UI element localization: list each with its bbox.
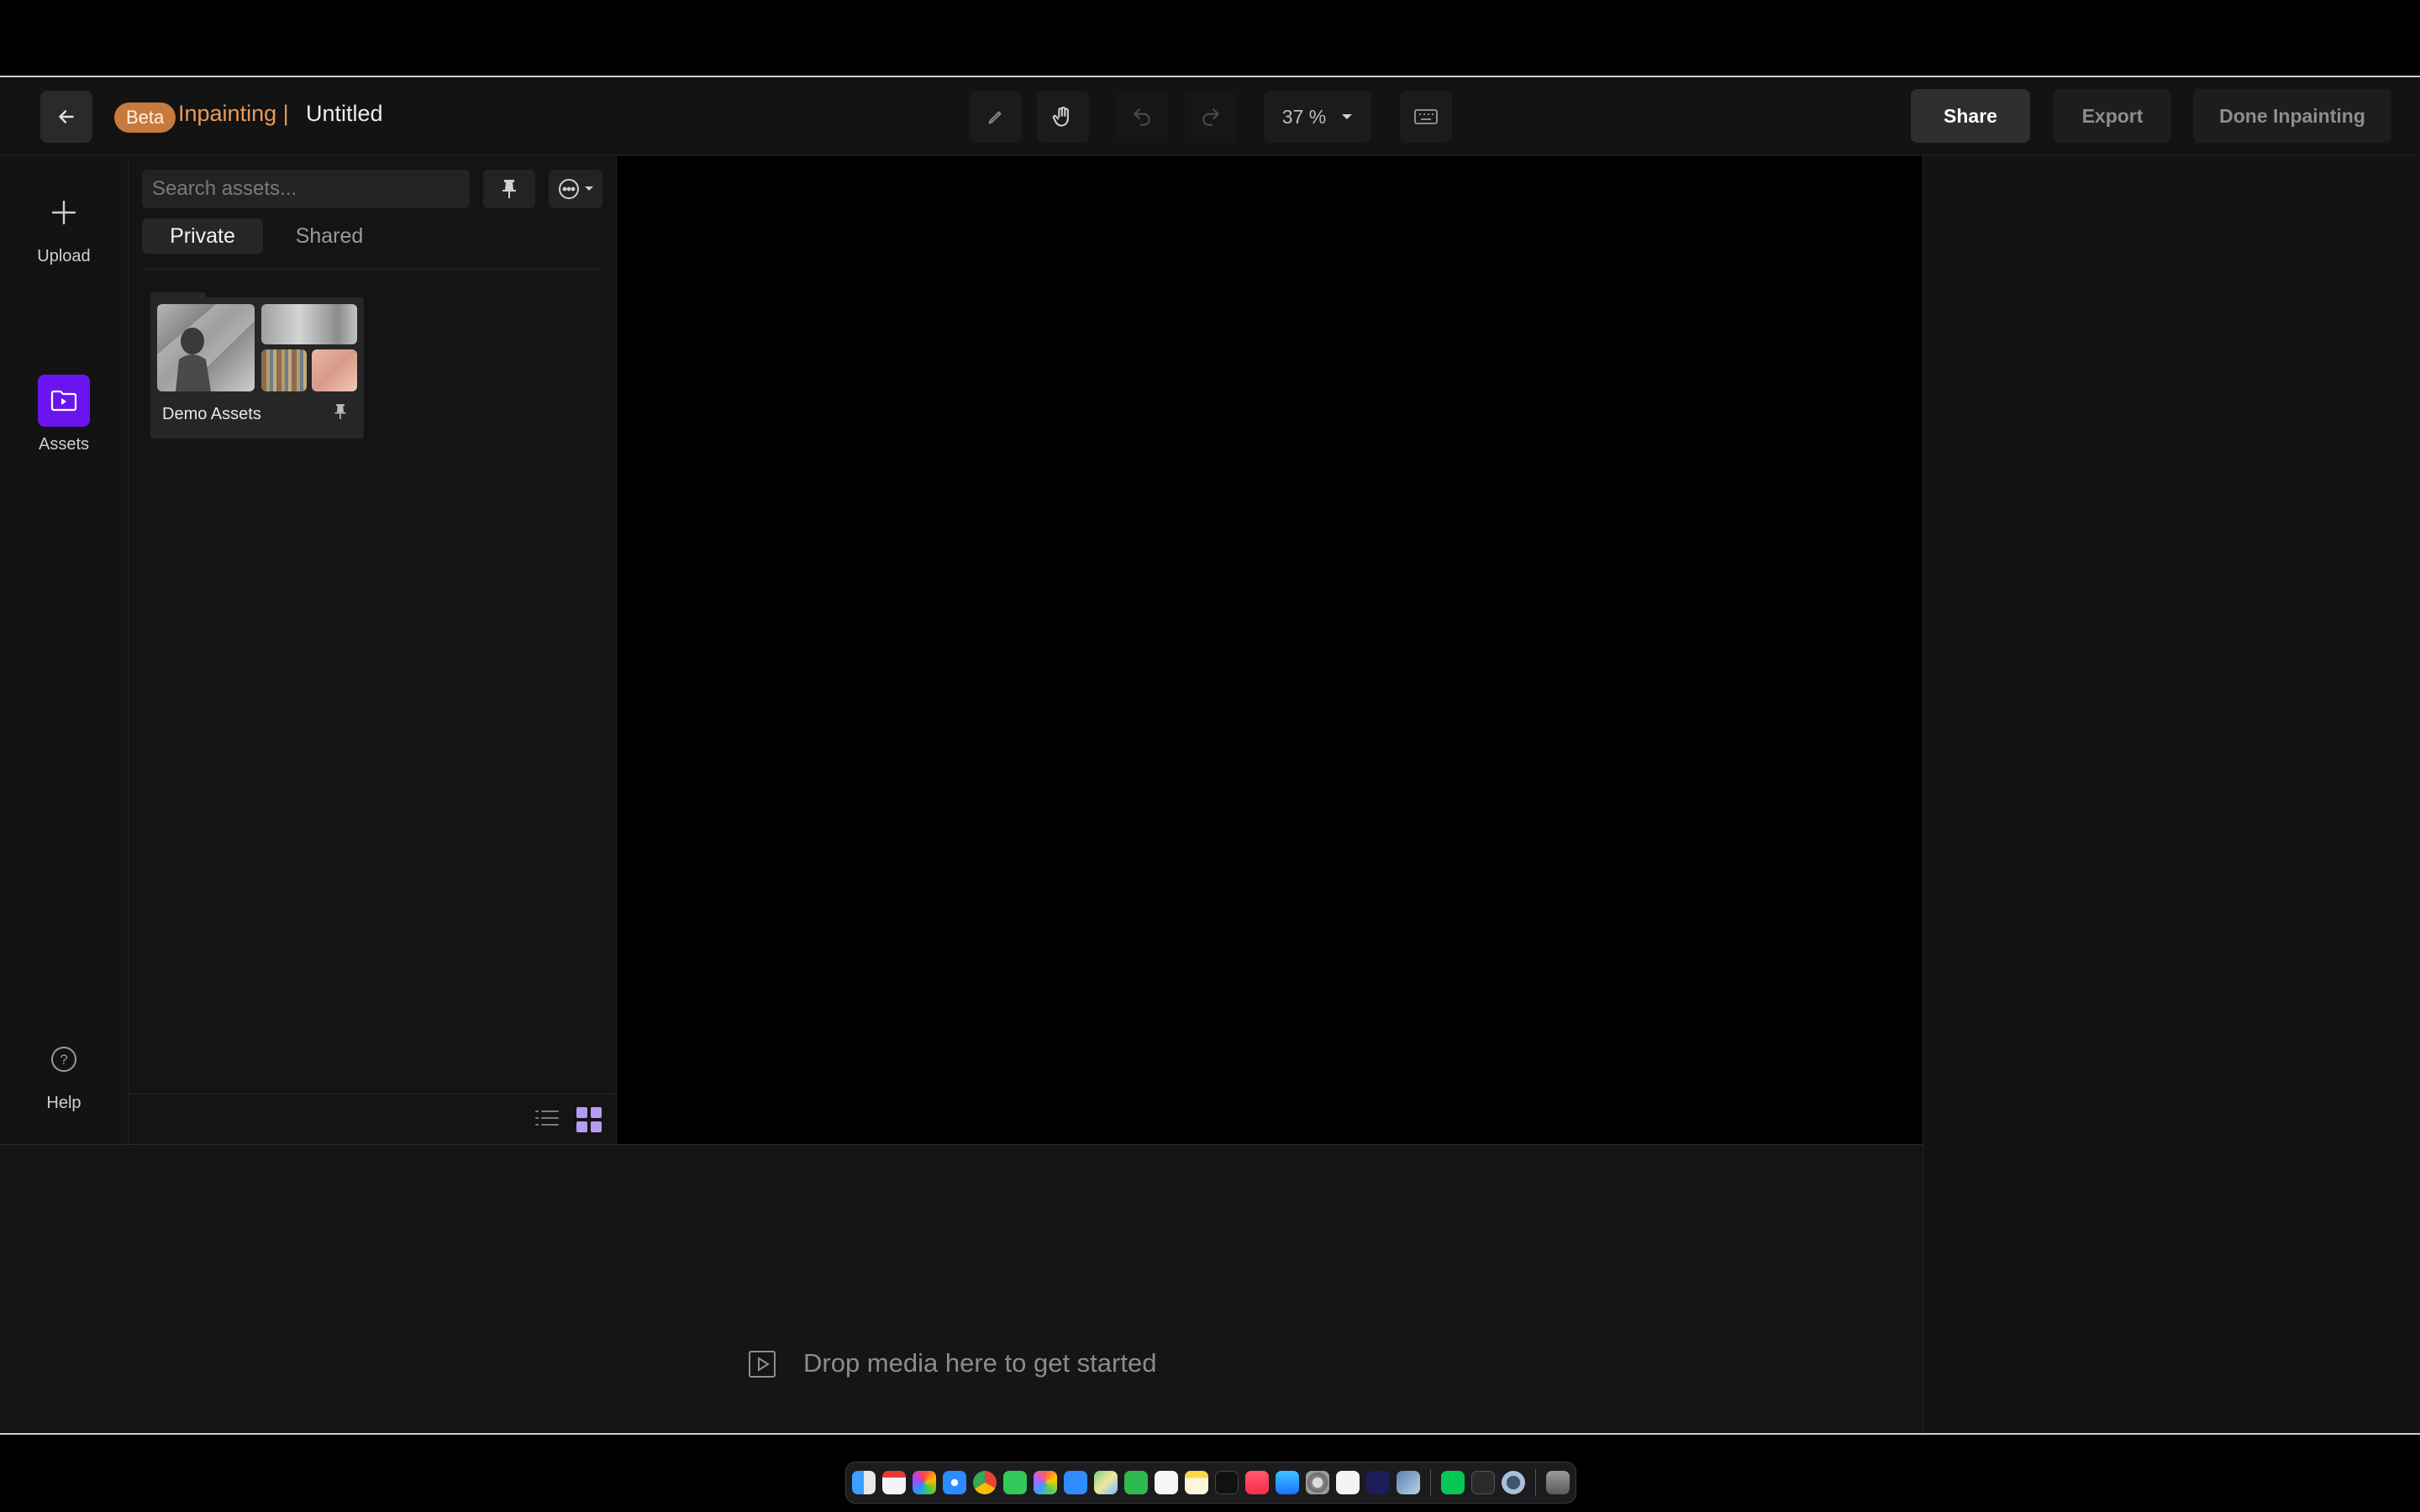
folder-thumbnail	[157, 304, 255, 391]
divider	[142, 269, 602, 270]
left-rail: Upload Assets ? Help	[0, 156, 129, 1144]
help-nav-item[interactable]: ? Help	[0, 1033, 128, 1113]
timeline-drop-zone[interactable]: Drop media here to get started	[0, 1212, 1923, 1433]
maps-icon[interactable]	[1094, 1471, 1118, 1494]
tv-icon[interactable]	[1215, 1471, 1239, 1494]
quicktime-icon[interactable]	[1502, 1471, 1525, 1494]
chevron-down-icon	[1342, 114, 1353, 119]
more-options-button[interactable]	[549, 170, 602, 208]
upload-label: Upload	[37, 247, 91, 265]
premiere-icon[interactable]	[1366, 1471, 1390, 1494]
keyboard-icon	[1414, 109, 1438, 124]
app-title: Inpainting |	[178, 101, 289, 126]
media-play-icon	[748, 1350, 776, 1383]
more-circle-icon	[559, 179, 579, 199]
facetime-icon[interactable]	[1124, 1471, 1148, 1494]
safari-icon[interactable]	[943, 1471, 966, 1494]
svg-text:?: ?	[60, 1052, 67, 1068]
notes-icon[interactable]	[1185, 1471, 1208, 1494]
document-title[interactable]: Untitled	[306, 101, 383, 127]
photos-icon[interactable]	[1034, 1471, 1057, 1494]
assets-label: Assets	[38, 435, 90, 454]
list-view-icon[interactable]	[534, 1106, 560, 1134]
macos-dock	[845, 1462, 1576, 1504]
back-button[interactable]	[40, 91, 92, 143]
hand-icon	[1052, 106, 1069, 127]
finder-icon[interactable]	[852, 1471, 876, 1494]
music-icon[interactable]	[1245, 1471, 1269, 1494]
assets-panel: Private Shared Demo Assets	[129, 156, 617, 1144]
pin-icon[interactable]	[334, 403, 347, 424]
reminders-icon[interactable]	[1155, 1471, 1178, 1494]
line-icon[interactable]	[1441, 1471, 1465, 1494]
share-button[interactable]: Share	[1911, 89, 2030, 143]
beta-badge: Beta	[114, 102, 176, 133]
grid-view-icon[interactable]	[576, 1106, 602, 1137]
asset-folder-demo[interactable]: Demo Assets	[150, 297, 364, 438]
mail-icon[interactable]	[1064, 1471, 1087, 1494]
app-window: Beta Inpainting | Untitled 37 % Share Ex…	[0, 77, 2420, 1433]
preview-icon[interactable]	[1397, 1471, 1420, 1494]
redo-icon	[1202, 108, 1219, 126]
properties-panel	[1923, 156, 2420, 1433]
undo-icon	[1134, 108, 1150, 126]
chrome-icon[interactable]	[973, 1471, 997, 1494]
undo-button[interactable]	[1116, 91, 1168, 143]
vectorworks-icon[interactable]	[1336, 1471, 1360, 1494]
plus-icon	[38, 186, 90, 239]
canvas-area[interactable]	[617, 156, 1923, 1144]
assets-nav-item[interactable]: Assets	[0, 375, 128, 454]
dock-separator	[1430, 1469, 1431, 1496]
tab-shared[interactable]: Shared	[276, 218, 382, 254]
header: Beta Inpainting | Untitled 37 % Share Ex…	[0, 77, 2420, 155]
pin-filter-button[interactable]	[483, 170, 535, 208]
arrow-left-icon	[59, 110, 74, 123]
zoom-value: 37 %	[1281, 105, 1327, 128]
terminal-icon[interactable]	[1471, 1471, 1495, 1494]
hand-tool-button[interactable]	[1037, 91, 1089, 143]
folder-thumbnail	[261, 349, 307, 391]
keyboard-shortcuts-button[interactable]	[1400, 91, 1452, 143]
help-icon: ?	[38, 1033, 90, 1085]
done-inpainting-button[interactable]: Done Inpainting	[2193, 89, 2391, 143]
brush-tool-button[interactable]	[970, 91, 1022, 143]
messages-icon[interactable]	[1003, 1471, 1027, 1494]
folder-thumbnail	[261, 304, 357, 344]
calendar-icon[interactable]	[882, 1471, 906, 1494]
app-store-icon[interactable]	[1276, 1471, 1299, 1494]
redo-button[interactable]	[1185, 91, 1237, 143]
dock-separator	[1535, 1469, 1536, 1496]
upload-nav-item[interactable]: Upload	[0, 186, 128, 266]
top-black-bar	[0, 0, 2420, 77]
brush-icon	[988, 111, 1002, 124]
launchpad-icon[interactable]	[913, 1471, 936, 1494]
folder-thumbnail	[312, 349, 357, 391]
drop-media-text: Drop media here to get started	[803, 1348, 1157, 1378]
search-assets-input[interactable]	[142, 170, 470, 208]
panel-footer	[129, 1094, 616, 1145]
export-button[interactable]: Export	[2054, 89, 2171, 143]
tab-private[interactable]: Private	[142, 218, 263, 254]
zoom-dropdown[interactable]: 37 %	[1264, 91, 1371, 143]
chevron-down-icon	[585, 186, 593, 191]
folder-play-icon	[38, 375, 90, 427]
timeline-toolbar	[0, 1144, 1923, 1213]
pin-icon	[502, 180, 516, 198]
trash-icon[interactable]	[1546, 1471, 1570, 1494]
folder-name: Demo Assets	[162, 405, 261, 423]
help-label: Help	[46, 1094, 82, 1112]
settings-icon[interactable]	[1306, 1471, 1329, 1494]
window-bottom-border	[0, 1433, 2420, 1435]
